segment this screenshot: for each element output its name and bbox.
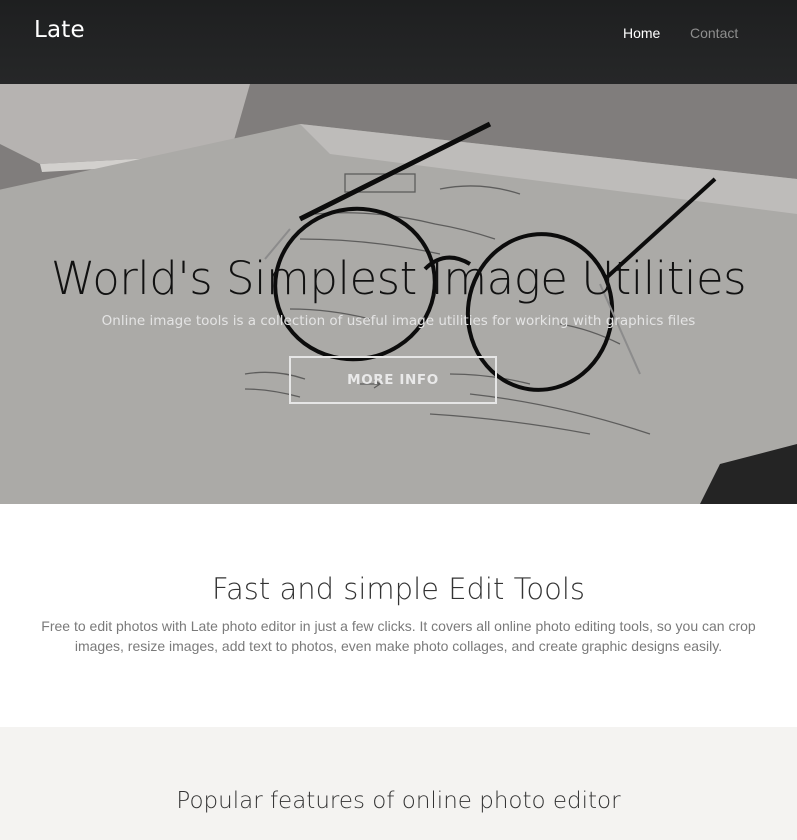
hero-section: World's Simplest Image Utilities Online … xyxy=(0,84,797,504)
nav-link-contact[interactable]: Contact xyxy=(690,25,738,41)
brand-logo[interactable]: Late xyxy=(34,17,85,43)
navbar: Late Home Contact xyxy=(0,0,797,84)
features-section: Popular features of online photo editor xyxy=(0,727,797,840)
edit-tools-section: Fast and simple Edit Tools Free to edit … xyxy=(0,504,797,727)
edit-tools-description: Free to edit photos with Late photo edit… xyxy=(41,618,756,654)
nav-link-home[interactable]: Home xyxy=(623,25,660,41)
hero-title: World's Simplest Image Utilities xyxy=(50,252,747,305)
more-info-button[interactable]: MORE INFO xyxy=(289,356,497,404)
features-title: Popular features of online photo editor xyxy=(176,788,621,814)
edit-tools-title: Fast and simple Edit Tools xyxy=(211,572,586,606)
hero-subtitle: Online image tools is a collection of us… xyxy=(101,313,696,329)
